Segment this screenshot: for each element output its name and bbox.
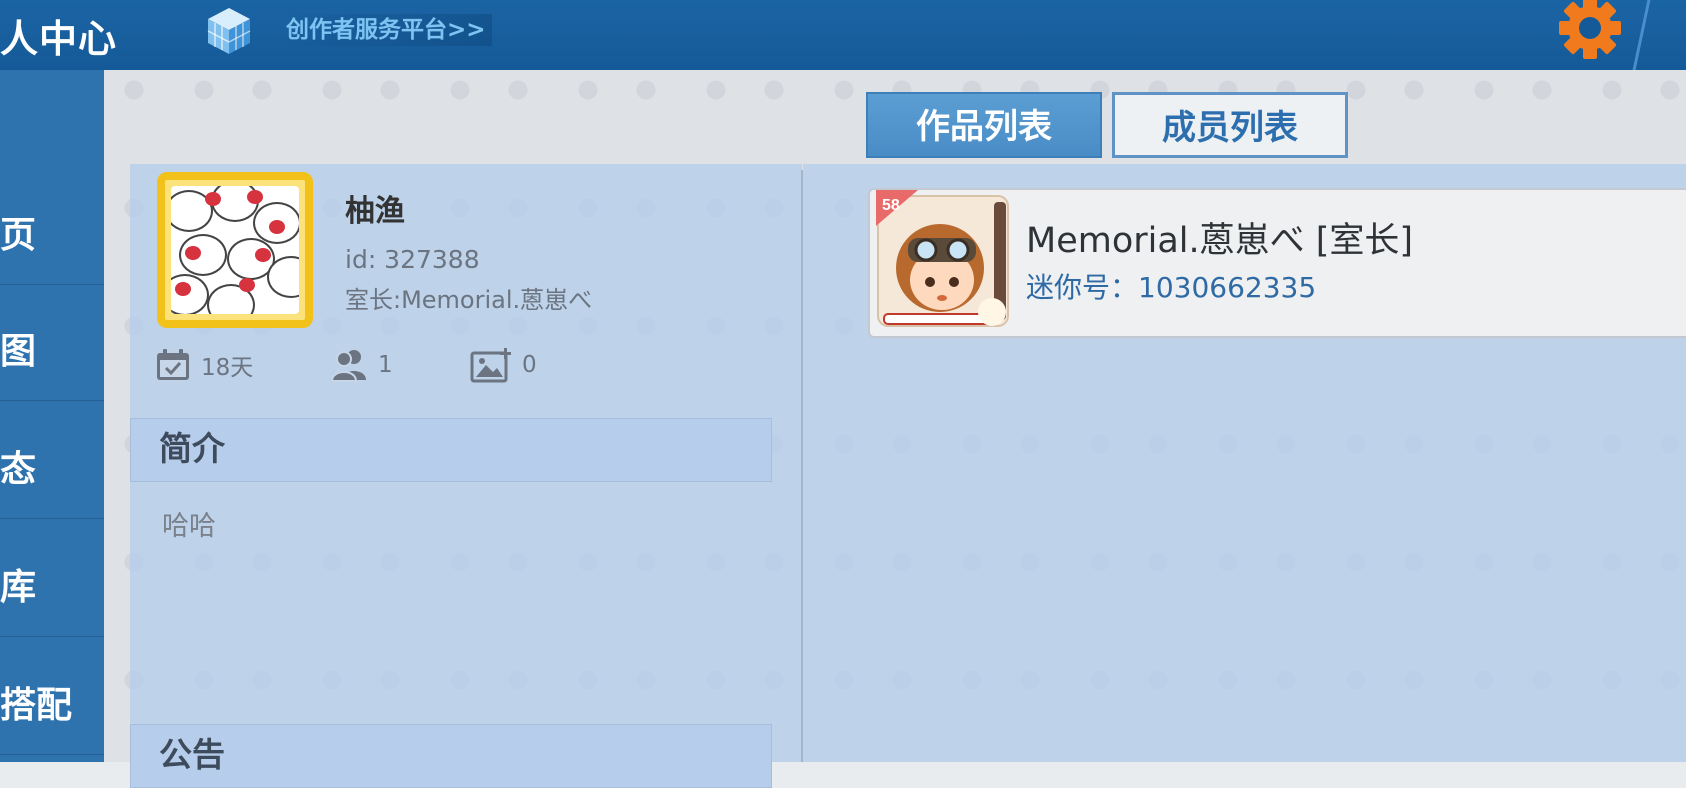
stat-members: 1 (332, 348, 393, 382)
creator-platform-link[interactable]: 创作者服务平台>> (280, 14, 492, 46)
tab-members-list[interactable]: 成员列表 (1112, 92, 1348, 158)
sidebar-item-label: 图 (0, 331, 37, 372)
sidebar-item-map[interactable]: 图 (0, 284, 104, 401)
notice-title: 公告 (159, 735, 225, 774)
calendar-icon (157, 349, 189, 380)
top-divider (1632, 0, 1651, 70)
profile-id: id: 327388 (345, 245, 480, 274)
image-add-icon (470, 348, 511, 383)
sidebar-item-outfit[interactable]: 搭配 (0, 638, 104, 755)
members-icon (332, 350, 366, 382)
top-bar: 人中心 创作者服务平台>> (0, 0, 1686, 70)
avatar-image (171, 186, 299, 314)
tab-works-list[interactable]: 作品列表 (866, 92, 1102, 158)
page-title: 人中心 (0, 17, 118, 61)
avatar[interactable] (157, 172, 313, 328)
gear-icon[interactable] (1558, 0, 1622, 60)
cube-icon[interactable] (206, 6, 252, 56)
stat-days: 18天 (155, 348, 253, 382)
member-badge: 58 (882, 197, 900, 214)
member-avatar[interactable]: 58 (874, 190, 1010, 330)
sidebar-item-label: 搭配 (0, 685, 73, 726)
sidebar-item-status[interactable]: 态 (0, 402, 104, 519)
profile-owner: 室长:Memorial.蒽崽べ (345, 286, 593, 314)
stat-works: 0 (470, 348, 537, 383)
intro-section-header: 简介 (130, 418, 772, 482)
sidebar-item-home[interactable]: 页 (0, 168, 104, 285)
sidebar: 页 图 态 库 搭配 (0, 70, 104, 762)
sidebar-item-label: 页 (0, 215, 37, 256)
sidebar-item-library[interactable]: 库 (0, 520, 104, 637)
panel-divider (801, 170, 803, 762)
member-name: Memorial.蒽崽べ [室长] (1026, 221, 1414, 261)
stat-days-value: 18天 (201, 355, 254, 381)
profile-name: 柚渔 (345, 194, 405, 229)
stat-works-value: 0 (522, 352, 537, 378)
sidebar-item-label: 态 (0, 449, 37, 490)
stat-members-value: 1 (378, 352, 393, 378)
sidebar-item-label: 库 (0, 567, 37, 608)
notice-section-header: 公告 (130, 724, 772, 788)
intro-text: 哈哈 (162, 511, 216, 542)
member-mini-number: 迷你号：1030662335 (1026, 271, 1317, 304)
intro-title: 简介 (159, 429, 225, 468)
